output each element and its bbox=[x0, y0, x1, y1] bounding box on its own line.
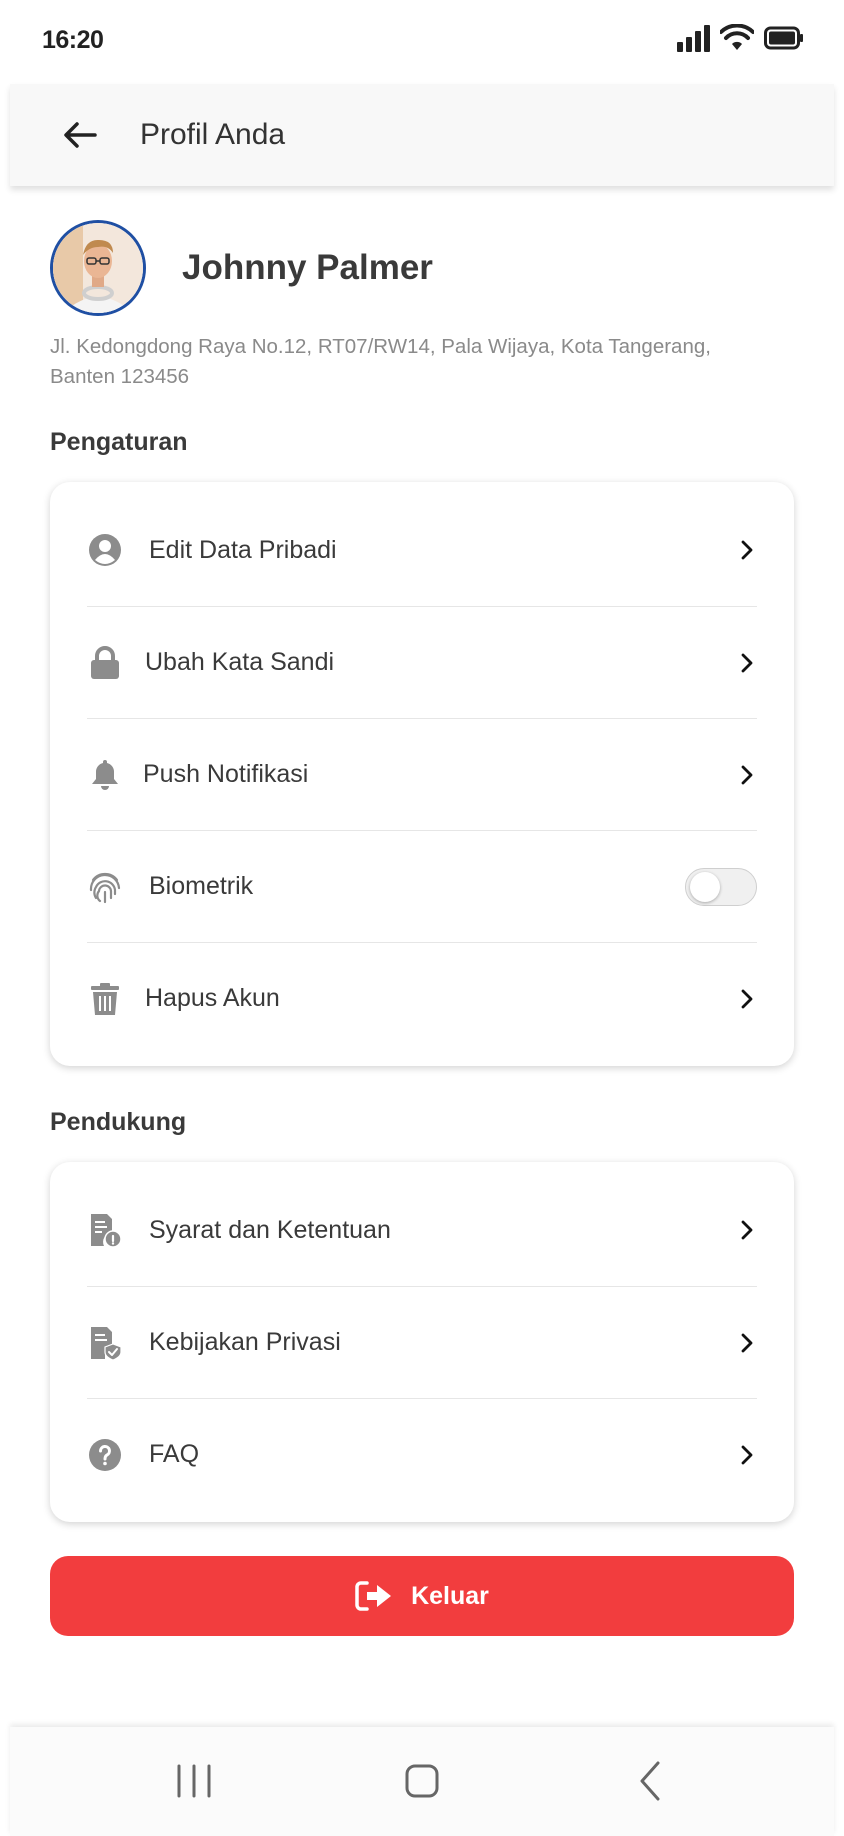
chevron-right-icon bbox=[737, 987, 757, 1011]
chevron-right-icon bbox=[737, 651, 757, 675]
back-button[interactable] bbox=[40, 95, 120, 175]
home-button[interactable] bbox=[382, 1751, 462, 1811]
user-circle-icon bbox=[87, 532, 123, 568]
status-icons bbox=[677, 24, 804, 52]
settings-item-label: Biometrik bbox=[149, 872, 254, 900]
settings-item-label: Ubah Kata Sandi bbox=[145, 648, 335, 676]
settings-item-label: Push Notifikasi bbox=[143, 760, 309, 788]
settings-item-edit-profile[interactable]: Edit Data Pribadi bbox=[87, 494, 757, 606]
fingerprint-icon bbox=[87, 869, 123, 905]
support-item-faq[interactable]: FAQ bbox=[87, 1398, 757, 1510]
support-item-terms[interactable]: Syarat dan Ketentuan bbox=[87, 1174, 757, 1286]
chevron-right-icon bbox=[737, 1218, 757, 1242]
toggle-knob bbox=[690, 871, 720, 902]
chevron-left-icon bbox=[640, 1761, 660, 1801]
logout-label: Keluar bbox=[411, 1581, 489, 1610]
bell-icon bbox=[87, 757, 123, 793]
support-item-label: FAQ bbox=[149, 1440, 200, 1468]
trash-icon bbox=[87, 981, 123, 1017]
profile-address: Jl. Kedongdong Raya No.12, RT07/RW14, Pa… bbox=[50, 335, 711, 388]
chevron-right-icon bbox=[737, 1331, 757, 1355]
system-back-button[interactable] bbox=[610, 1751, 690, 1811]
biometric-toggle[interactable] bbox=[685, 867, 757, 906]
arrow-left-icon bbox=[64, 122, 97, 148]
page-title: Profil Anda bbox=[140, 118, 286, 151]
home-icon bbox=[405, 1764, 439, 1798]
sign-out-icon bbox=[355, 1581, 392, 1611]
recent-apps-icon bbox=[177, 1764, 211, 1798]
profile-name: Johnny Palmer bbox=[182, 248, 433, 287]
document-info-icon bbox=[87, 1212, 123, 1248]
settings-item-delete-account[interactable]: Hapus Akun bbox=[87, 942, 757, 1054]
question-circle-icon bbox=[87, 1437, 123, 1473]
support-item-privacy[interactable]: Kebijakan Privasi bbox=[87, 1286, 757, 1398]
logout-button[interactable]: Keluar bbox=[50, 1556, 794, 1636]
section-title-support: Pendukung bbox=[50, 1108, 187, 1136]
document-shield-icon bbox=[87, 1325, 123, 1361]
settings-item-push-notification[interactable]: Push Notifikasi bbox=[87, 718, 757, 830]
chevron-right-icon bbox=[737, 1443, 757, 1467]
signal-icon bbox=[677, 24, 710, 52]
avatar bbox=[50, 220, 146, 316]
settings-item-change-password[interactable]: Ubah Kata Sandi bbox=[87, 606, 757, 718]
status-time: 16:20 bbox=[42, 26, 104, 54]
settings-item-label: Hapus Akun bbox=[145, 984, 280, 1012]
status-bar: 16:20 bbox=[0, 0, 844, 80]
section-title-settings: Pengaturan bbox=[50, 428, 188, 456]
wifi-icon bbox=[720, 24, 754, 50]
settings-item-biometric[interactable]: Biometrik bbox=[87, 830, 757, 942]
support-item-label: Syarat dan Ketentuan bbox=[149, 1215, 391, 1244]
support-card: Syarat dan Ketentuan Kebijakan Privasi F… bbox=[50, 1162, 794, 1522]
settings-card: Edit Data Pribadi Ubah Kata Sandi Push N… bbox=[50, 482, 794, 1066]
app-bar: Profil Anda bbox=[10, 84, 834, 186]
recent-apps-button[interactable] bbox=[154, 1751, 234, 1811]
chevron-right-icon bbox=[737, 763, 757, 787]
settings-item-label: Edit Data Pribadi bbox=[149, 535, 337, 564]
system-nav-bar bbox=[10, 1727, 834, 1836]
lock-icon bbox=[87, 645, 123, 681]
avatar-photo bbox=[53, 223, 143, 313]
battery-icon bbox=[764, 26, 803, 50]
chevron-right-icon bbox=[737, 538, 757, 562]
support-item-label: Kebijakan Privasi bbox=[149, 1328, 341, 1356]
